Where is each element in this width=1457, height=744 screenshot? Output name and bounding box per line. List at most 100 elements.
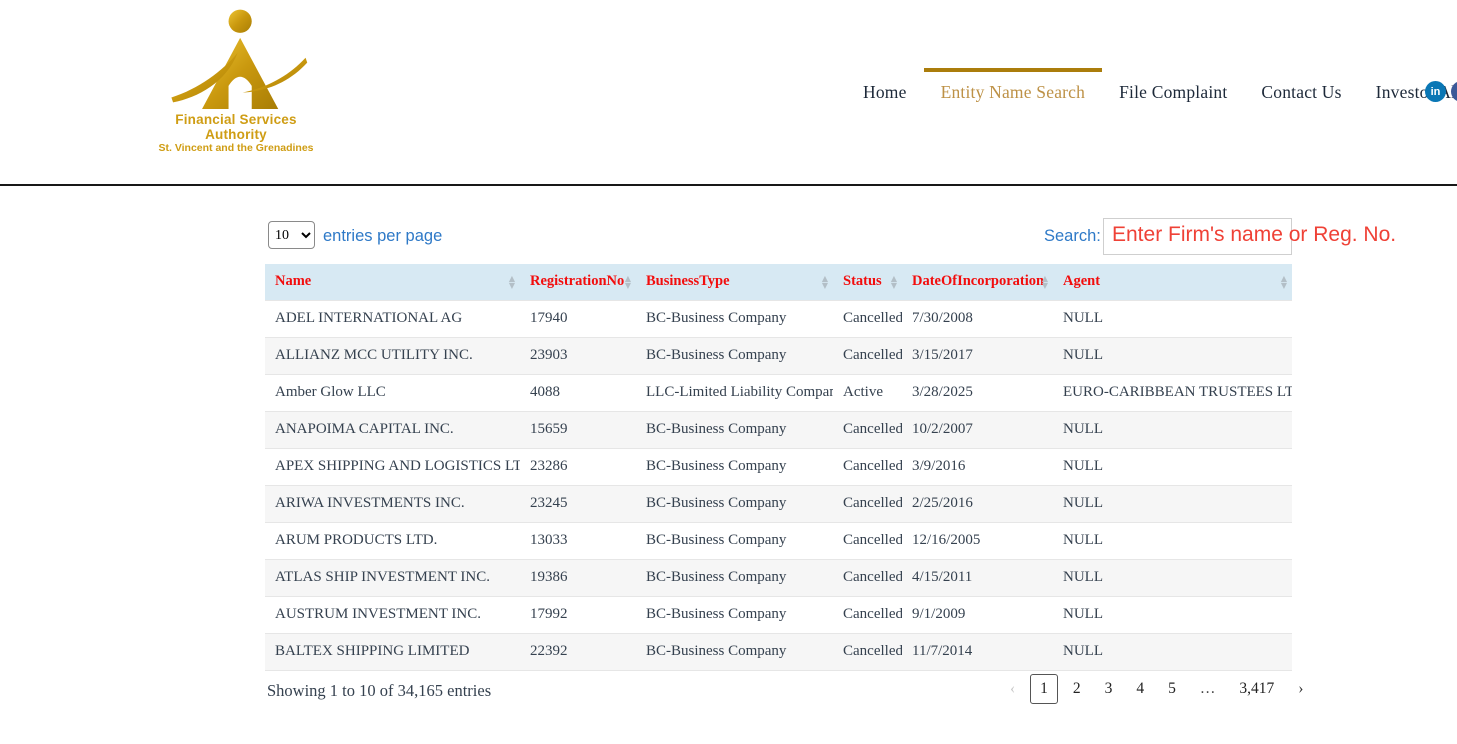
page-size-select[interactable]: 10 bbox=[268, 221, 315, 249]
cell-name: ARUM PRODUCTS LTD. bbox=[265, 522, 520, 559]
sort-arrows-icon[interactable]: ▲▼ bbox=[891, 275, 897, 289]
sort-arrows-icon[interactable]: ▲▼ bbox=[822, 275, 828, 289]
table-row[interactable]: BALTEX SHIPPING LIMITED22392BC-Business … bbox=[265, 633, 1292, 670]
table-row[interactable]: ALLIANZ MCC UTILITY INC.23903BC-Business… bbox=[265, 337, 1292, 374]
cell-name: ALLIANZ MCC UTILITY INC. bbox=[265, 337, 520, 374]
cell-name: ARIWA INVESTMENTS INC. bbox=[265, 485, 520, 522]
cell-status: Cancelled bbox=[833, 337, 902, 374]
cell-status: Cancelled bbox=[833, 559, 902, 596]
column-header-businesstype[interactable]: BusinessType ▲▼ bbox=[636, 264, 833, 300]
cell-dateofincorporation: 12/16/2005 bbox=[902, 522, 1053, 559]
column-header-agent[interactable]: Agent ▲▼ bbox=[1053, 264, 1292, 300]
table-row[interactable]: Amber Glow LLC4088LLC-Limited Liability … bbox=[265, 374, 1292, 411]
column-header-dateofincorporation[interactable]: DateOfIncorporation▲▼ bbox=[902, 264, 1053, 300]
pagination-page-5[interactable]: 5 bbox=[1159, 675, 1185, 703]
nav-item-entity-name-search[interactable]: Entity Name Search bbox=[924, 82, 1103, 103]
cell-registrationno: 4088 bbox=[520, 374, 636, 411]
fsa-logo[interactable]: Financial Services Authority St. Vincent… bbox=[150, 8, 322, 154]
cell-status: Active bbox=[833, 374, 902, 411]
cell-status: Cancelled bbox=[833, 448, 902, 485]
column-label: Name bbox=[275, 273, 311, 289]
brand-tagline: St. Vincent and the Grenadines bbox=[150, 142, 322, 154]
column-header-name[interactable]: Name ▲▼ bbox=[265, 264, 520, 300]
table-row[interactable]: AUSTRUM INVESTMENT INC.17992BC-Business … bbox=[265, 596, 1292, 633]
table-row[interactable]: ANAPOIMA CAPITAL INC.15659BC-Business Co… bbox=[265, 411, 1292, 448]
pagination-next[interactable]: › bbox=[1289, 675, 1312, 703]
pagination-page-1[interactable]: 1 bbox=[1030, 674, 1058, 704]
sort-arrows-icon[interactable]: ▲▼ bbox=[509, 275, 515, 289]
cell-status: Cancelled bbox=[833, 633, 902, 670]
fsa-figure-icon bbox=[150, 8, 322, 114]
cell-businesstype: BC-Business Company bbox=[636, 596, 833, 633]
cell-dateofincorporation: 9/1/2009 bbox=[902, 596, 1053, 633]
column-label: Status bbox=[843, 273, 882, 289]
table-row[interactable]: ARUM PRODUCTS LTD.13033BC-Business Compa… bbox=[265, 522, 1292, 559]
cell-dateofincorporation: 3/15/2017 bbox=[902, 337, 1053, 374]
pagination: ‹12345…3,417› bbox=[998, 674, 1315, 704]
nav-item-contact-us[interactable]: Contact Us bbox=[1244, 82, 1358, 103]
cell-registrationno: 15659 bbox=[520, 411, 636, 448]
column-header-status[interactable]: Status ▲▼ bbox=[833, 264, 902, 300]
entity-table: Name▲▼RegistrationNo▲▼BusinessType▲▼Stat… bbox=[265, 264, 1292, 671]
cell-businesstype: LLC-Limited Liability Company bbox=[636, 374, 833, 411]
cell-name: BALTEX SHIPPING LIMITED bbox=[265, 633, 520, 670]
column-label: Agent bbox=[1063, 273, 1100, 289]
search-box: Enter Firm's name or Reg. No. bbox=[1103, 218, 1292, 255]
cell-agent: NULL bbox=[1053, 633, 1292, 670]
cell-status: Cancelled bbox=[833, 485, 902, 522]
cell-status: Cancelled bbox=[833, 522, 902, 559]
cell-agent: EURO-CARIBBEAN TRUSTEES LTD. bbox=[1053, 374, 1292, 411]
pagination-prev[interactable]: ‹ bbox=[1001, 675, 1024, 703]
cell-registrationno: 23903 bbox=[520, 337, 636, 374]
cell-dateofincorporation: 7/30/2008 bbox=[902, 300, 1053, 337]
cell-agent: NULL bbox=[1053, 596, 1292, 633]
cell-name: AUSTRUM INVESTMENT INC. bbox=[265, 596, 520, 633]
entries-per-page-label: entries per page bbox=[323, 227, 442, 246]
table-row[interactable]: ARIWA INVESTMENTS INC.23245BC-Business C… bbox=[265, 485, 1292, 522]
cell-businesstype: BC-Business Company bbox=[636, 300, 833, 337]
cell-name: ADEL INTERNATIONAL AG bbox=[265, 300, 520, 337]
pagination-page-3[interactable]: 3 bbox=[1096, 675, 1122, 703]
cell-agent: NULL bbox=[1053, 522, 1292, 559]
sort-arrows-icon[interactable]: ▲▼ bbox=[625, 275, 631, 289]
cell-registrationno: 22392 bbox=[520, 633, 636, 670]
cell-dateofincorporation: 2/25/2016 bbox=[902, 485, 1053, 522]
cell-agent: NULL bbox=[1053, 337, 1292, 374]
cell-businesstype: BC-Business Company bbox=[636, 411, 833, 448]
cell-dateofincorporation: 3/28/2025 bbox=[902, 374, 1053, 411]
site-header: Financial Services Authority St. Vincent… bbox=[0, 0, 1457, 184]
sort-arrows-icon[interactable]: ▲▼ bbox=[1042, 275, 1048, 289]
pagination-ellipsis: … bbox=[1191, 675, 1225, 703]
table-row[interactable]: ADEL INTERNATIONAL AG17940BC-Business Co… bbox=[265, 300, 1292, 337]
cell-dateofincorporation: 4/15/2011 bbox=[902, 559, 1053, 596]
cell-businesstype: BC-Business Company bbox=[636, 559, 833, 596]
cell-agent: NULL bbox=[1053, 485, 1292, 522]
cell-registrationno: 19386 bbox=[520, 559, 636, 596]
nav-item-file-complaint[interactable]: File Complaint bbox=[1102, 82, 1244, 103]
column-label: BusinessType bbox=[646, 273, 730, 289]
cell-businesstype: BC-Business Company bbox=[636, 337, 833, 374]
table-row[interactable]: ATLAS SHIP INVESTMENT INC.19386BC-Busine… bbox=[265, 559, 1292, 596]
facebook-icon[interactable]: f bbox=[1451, 81, 1457, 102]
nav-item-home[interactable]: Home bbox=[846, 82, 924, 103]
sort-arrows-icon[interactable]: ▲▼ bbox=[1281, 275, 1287, 289]
table-row[interactable]: APEX SHIPPING AND LOGISTICS LTD.23286BC-… bbox=[265, 448, 1292, 485]
cell-status: Cancelled bbox=[833, 300, 902, 337]
table-body: ADEL INTERNATIONAL AG17940BC-Business Co… bbox=[265, 300, 1292, 670]
brand-name: Financial Services Authority bbox=[150, 112, 322, 142]
cell-businesstype: BC-Business Company bbox=[636, 485, 833, 522]
linkedin-icon[interactable]: in bbox=[1425, 81, 1446, 102]
column-label: RegistrationNo bbox=[530, 273, 624, 289]
cell-registrationno: 17992 bbox=[520, 596, 636, 633]
main-nav: HomeEntity Name SearchFile ComplaintCont… bbox=[846, 82, 1457, 103]
cell-registrationno: 23245 bbox=[520, 485, 636, 522]
header-divider bbox=[0, 184, 1457, 186]
pagination-page-2[interactable]: 2 bbox=[1064, 675, 1090, 703]
search-input[interactable] bbox=[1103, 218, 1292, 255]
pagination-page-3-417[interactable]: 3,417 bbox=[1230, 675, 1283, 703]
cell-agent: NULL bbox=[1053, 559, 1292, 596]
column-header-registrationno[interactable]: RegistrationNo▲▼ bbox=[520, 264, 636, 300]
pagination-page-4[interactable]: 4 bbox=[1127, 675, 1153, 703]
cell-name: Amber Glow LLC bbox=[265, 374, 520, 411]
cell-name: APEX SHIPPING AND LOGISTICS LTD. bbox=[265, 448, 520, 485]
